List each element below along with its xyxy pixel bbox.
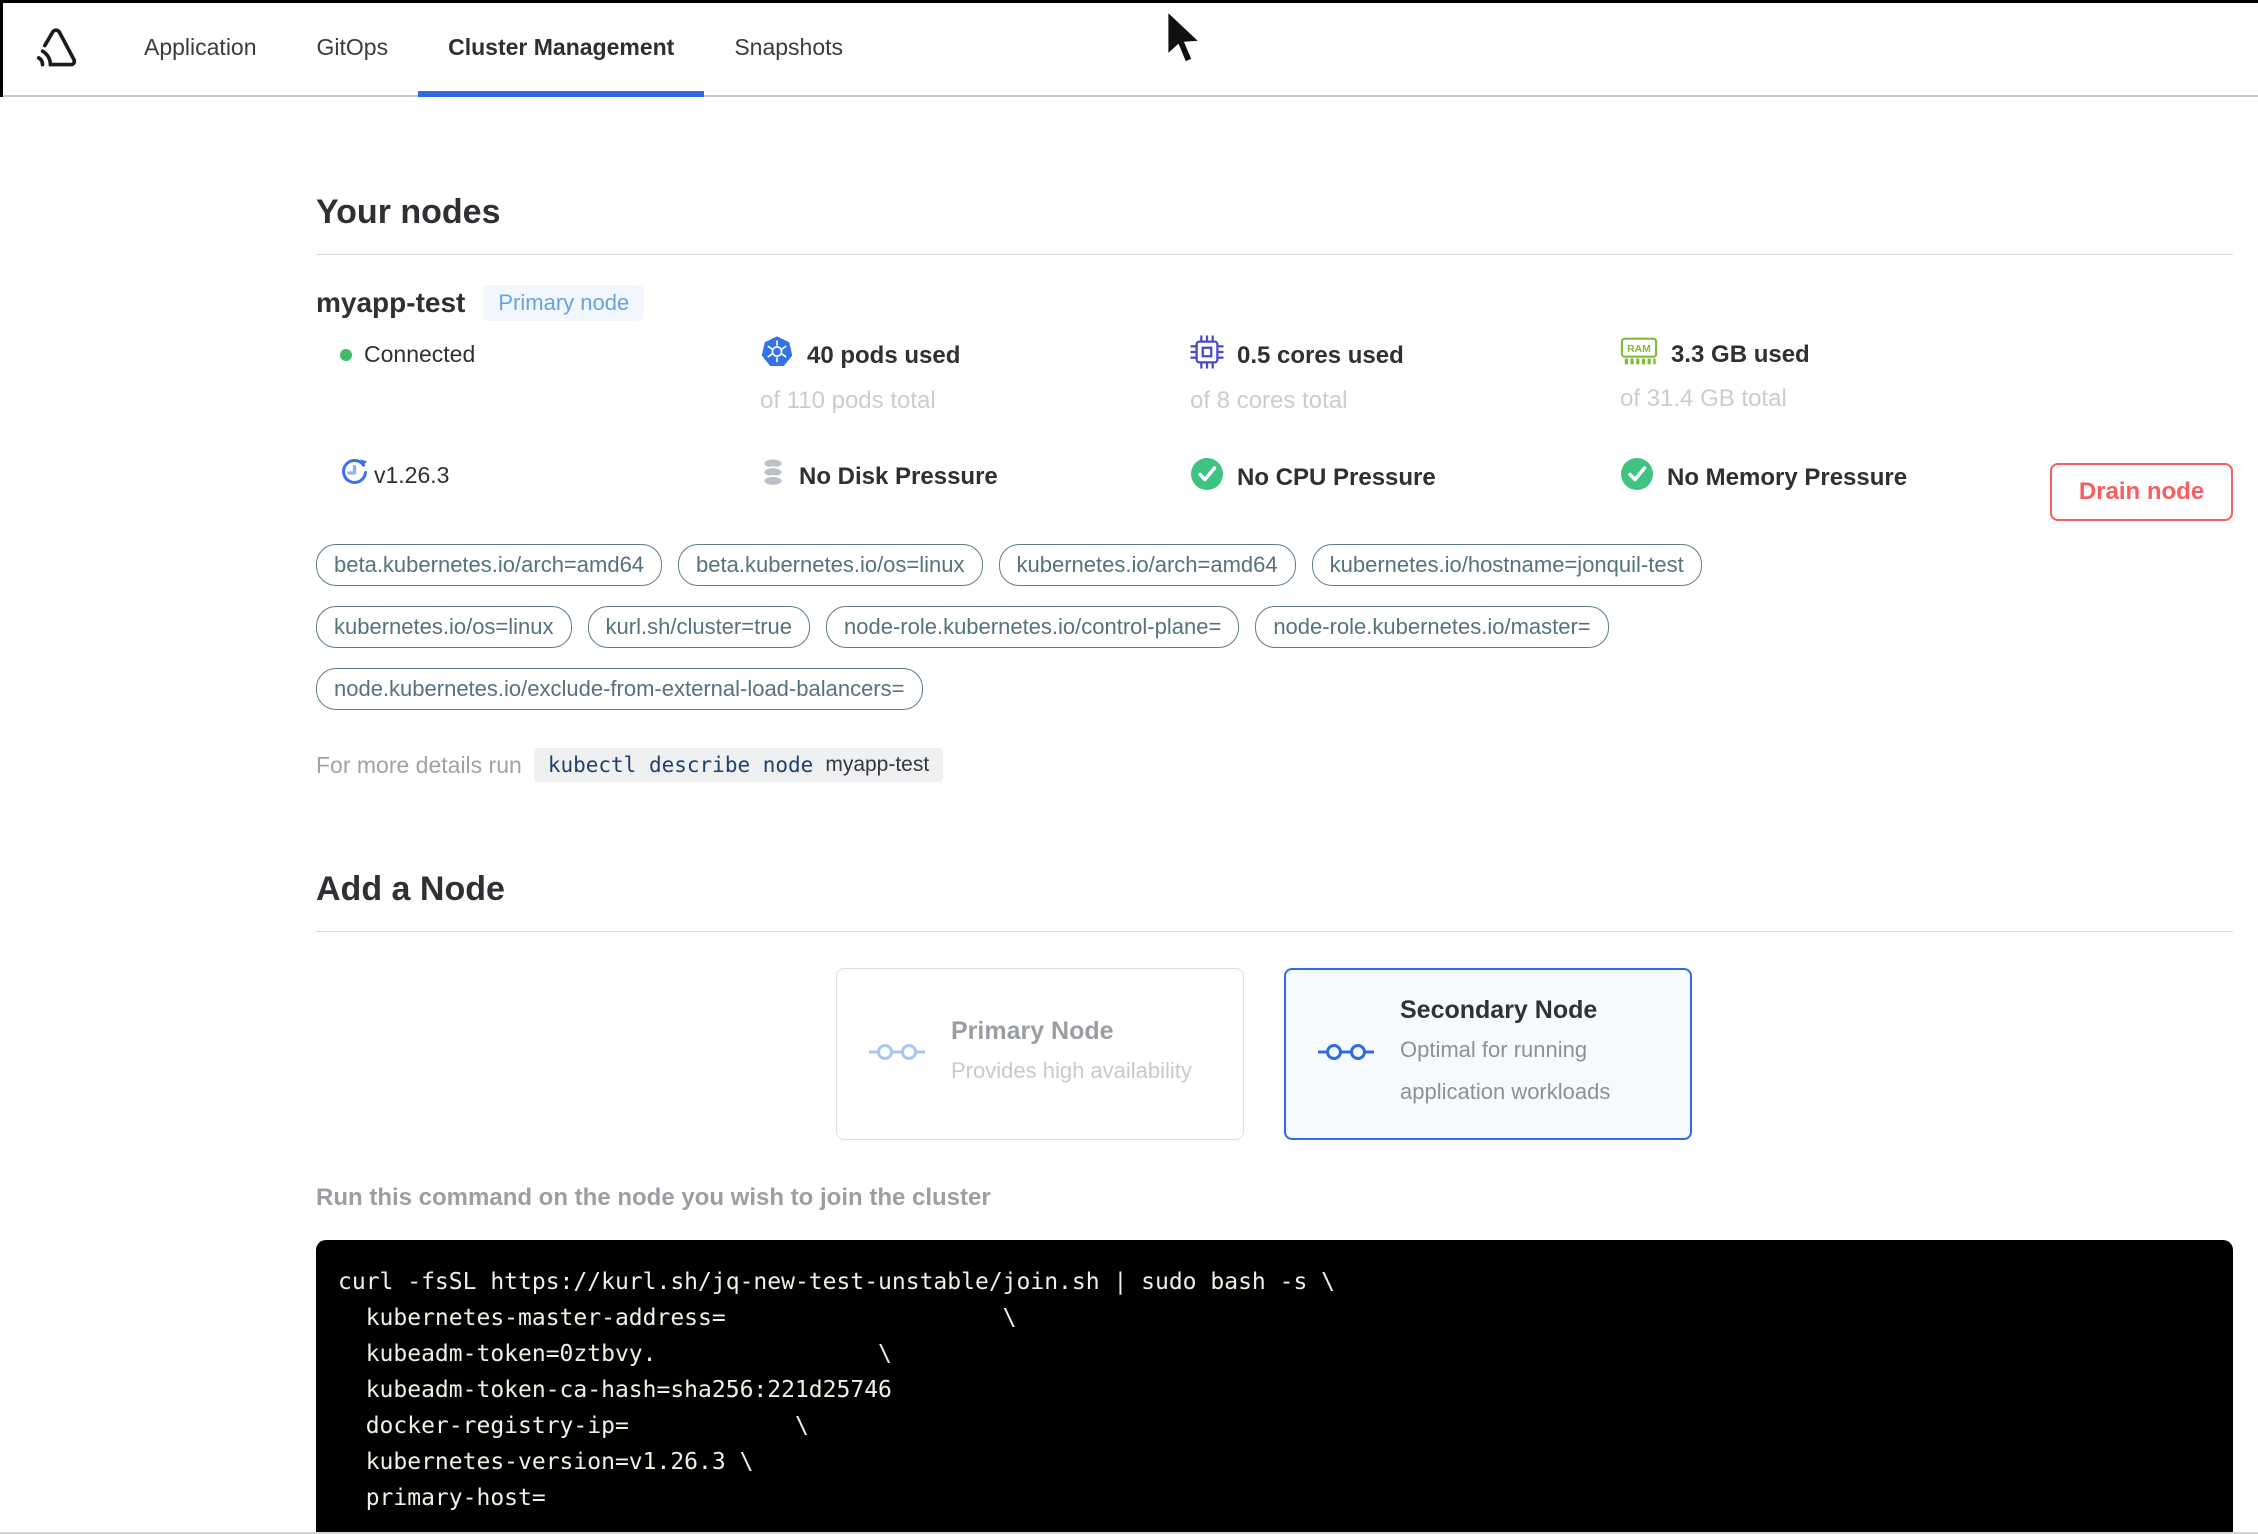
pods-total: of 110 pods total — [760, 387, 936, 414]
pods-stat: 40 pods used of 110 pods total — [760, 335, 1190, 415]
drain-node-button[interactable]: Drain node — [2050, 463, 2233, 521]
terminal-line: docker-registry-ip= \ — [338, 1413, 809, 1439]
check-circle-icon — [1190, 457, 1224, 498]
tab-application[interactable]: Application — [114, 0, 287, 95]
card-description: Optimal for running application workload… — [1400, 1036, 1611, 1104]
node-label-chip: beta.kubernetes.io/arch=amd64 — [316, 544, 663, 586]
kubectl-describe-code: kubectl describe node myapp-test — [533, 748, 944, 782]
terminal-line: kubeadm-token-ca-hash=sha256:221d25746 — [338, 1377, 892, 1403]
cluster-management-page: Application GitOps Cluster Management Sn… — [0, 0, 2258, 1534]
secondary-node-card[interactable]: Secondary Node Optimal for running appli… — [1284, 968, 1692, 1140]
status-label: Connected — [364, 341, 476, 367]
node-label-chip: kurl.sh/cluster=true — [587, 606, 810, 648]
cores-total: of 8 cores total — [1190, 387, 1348, 414]
tab-label: Application — [144, 34, 257, 60]
node-status: Connected — [340, 335, 760, 368]
ram-icon: RAM — [1620, 335, 1658, 374]
svg-text:RAM: RAM — [1627, 344, 1651, 355]
memory-total: of 31.4 GB total — [1620, 385, 1787, 412]
node-details-hint: For more details run kubectl describe no… — [316, 748, 2233, 782]
window-left-edge — [0, 0, 3, 97]
node-label-chip: beta.kubernetes.io/os=linux — [678, 544, 983, 586]
version-update-icon — [340, 457, 370, 493]
cores-stat: 0.5 cores used of 8 cores total — [1190, 335, 1620, 415]
primary-node-card[interactable]: Primary Node Provides high availability — [836, 968, 1244, 1140]
node-link-icon — [869, 1039, 925, 1070]
node-label-chip: kubernetes.io/os=linux — [316, 606, 572, 648]
condition-label: No Disk Pressure — [799, 462, 998, 490]
node-label-chip: kubernetes.io/arch=amd64 — [998, 544, 1296, 586]
disk-icon — [760, 457, 786, 496]
check-circle-icon — [1620, 457, 1654, 498]
node-name: myapp-test — [316, 287, 466, 318]
terminal-line: curl -fsSL https://kurl.sh/jq-new-test-u… — [338, 1269, 1335, 1295]
mouse-cursor — [1163, 6, 1205, 73]
tab-snapshots[interactable]: Snapshots — [704, 0, 873, 95]
node-version: v1.26.3 — [340, 457, 760, 493]
join-command-instruction: Run this command on the node you wish to… — [316, 1184, 991, 1211]
card-description: Provides high availability — [951, 1057, 1192, 1083]
tab-gitops[interactable]: GitOps — [287, 0, 419, 95]
terminal-line: primary-host= — [338, 1485, 546, 1511]
node-label-chip: kubernetes.io/hostname=jonquil-test — [1311, 544, 1702, 586]
tab-label: Cluster Management — [448, 34, 675, 60]
terminal-line: kubeadm-token=0ztbvy. \ — [338, 1341, 892, 1367]
window-top-edge — [0, 0, 2258, 3]
tab-label: GitOps — [316, 34, 389, 60]
condition-label: No CPU Pressure — [1237, 463, 1436, 491]
code-command: kubectl describe node — [547, 753, 814, 777]
memory-used: 3.3 GB used — [1671, 340, 1810, 368]
kurl-logo-icon — [28, 19, 84, 76]
cpu-pressure-condition: No CPU Pressure — [1190, 457, 1620, 498]
terminal-line: kubernetes-master-address= \ — [338, 1305, 1017, 1331]
node-labels: beta.kubernetes.io/arch=amd64 beta.kuber… — [316, 544, 1916, 710]
terminal-line: kubernetes-version=v1.26.3 \ — [338, 1449, 754, 1475]
card-title: Secondary Node — [1400, 995, 1598, 1024]
divider — [316, 254, 2233, 255]
tab-label: Snapshots — [734, 34, 844, 60]
node-link-icon — [1318, 1039, 1374, 1070]
node-card: myapp-test Primary node Connected 40 pod… — [316, 285, 2233, 782]
details-prefix: For more details run — [316, 751, 522, 778]
version-label: v1.26.3 — [374, 461, 450, 488]
node-type-selector: Primary Node Provides high availability — [836, 968, 2233, 1140]
your-nodes-title: Your nodes — [316, 193, 501, 231]
card-title: Primary Node — [951, 1016, 1114, 1045]
code-node-name: myapp-test — [825, 753, 930, 776]
node-label-chip: node.kubernetes.io/exclude-from-external… — [316, 668, 923, 710]
divider — [316, 931, 2233, 932]
connected-dot-icon — [340, 348, 352, 361]
memory-stat: RAM 3.3 GB used of 31.4 GB total — [1620, 335, 2233, 413]
disk-pressure-condition: No Disk Pressure — [760, 457, 1190, 496]
cpu-icon — [1190, 335, 1224, 376]
primary-node-badge: Primary node — [483, 285, 645, 321]
condition-label: No Memory Pressure — [1667, 463, 1908, 491]
join-command-terminal[interactable]: curl -fsSL https://kurl.sh/jq-new-test-u… — [316, 1240, 2233, 1532]
node-label-chip: node-role.kubernetes.io/control-plane= — [826, 606, 1240, 648]
add-node-title: Add a Node — [316, 870, 505, 908]
app-logo[interactable] — [28, 19, 84, 76]
top-nav: Application GitOps Cluster Management Sn… — [0, 0, 2258, 97]
node-label-chip: node-role.kubernetes.io/master= — [1255, 606, 1609, 648]
cores-used: 0.5 cores used — [1237, 341, 1404, 369]
tab-cluster-management[interactable]: Cluster Management — [418, 0, 705, 97]
pods-used: 40 pods used — [807, 341, 961, 369]
kubernetes-icon — [760, 335, 794, 376]
